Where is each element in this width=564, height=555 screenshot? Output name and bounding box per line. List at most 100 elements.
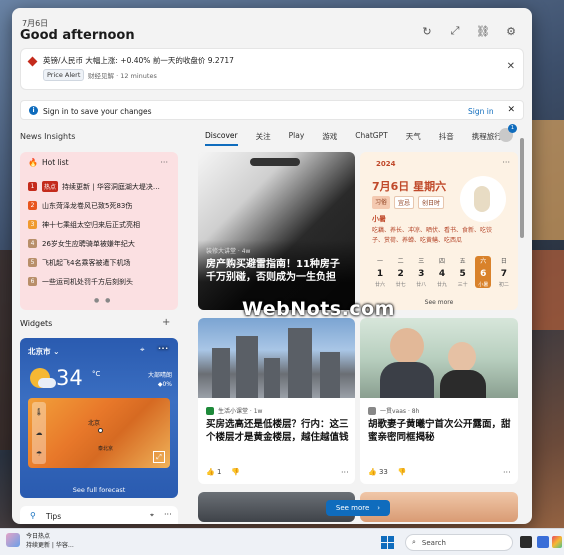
more-options-icon[interactable]: ···: [158, 344, 169, 353]
lunar-label: 初二: [498, 282, 509, 288]
expand-icon[interactable]: ⤢: [448, 24, 462, 38]
calendar-day[interactable]: 二 2 廿七: [393, 256, 409, 288]
weekday-label: 二: [397, 258, 404, 265]
alert-text: 英镑/人民币 大幅上涨: +0.40% 前一天的收盘价 9.2717: [43, 56, 234, 65]
tag-custom[interactable]: 习俗: [372, 196, 391, 209]
news-source: 生活小课堂 · 1w: [218, 408, 263, 415]
weather-condition: 大部晴朗: [147, 372, 172, 379]
weather-city[interactable]: 北京市 ⌄: [28, 346, 59, 357]
lunar-label: 廿九: [436, 282, 447, 288]
temperature-unit: °C: [92, 370, 101, 378]
price-alert-pill: Price Alert: [43, 69, 85, 81]
header-toolbar: ↻ ⤢ ⛓ ⚙: [420, 24, 518, 38]
profile-avatar[interactable]: 1: [499, 124, 517, 142]
watermark: WebNots.com: [242, 298, 395, 320]
scrollbar[interactable]: [520, 138, 524, 238]
news-card[interactable]: 一贯vaas · 8h 胡歌妻子黄曦宁首次公开露面，甜蜜亲密同框揭秘 👍 33 …: [360, 318, 518, 484]
weekday-label: 日: [500, 258, 507, 265]
tag-yiji[interactable]: 宜忌: [394, 196, 415, 209]
dislike-icon[interactable]: 👎: [398, 468, 407, 476]
map-layer-buttons[interactable]: 🌡 ☁ ☂: [32, 402, 46, 464]
like-button[interactable]: 👍 33: [368, 468, 388, 476]
news-source: 一贯vaas · 8h: [380, 408, 420, 415]
lunar-label: 三十: [457, 282, 468, 288]
lightbulb-icon: ⚲: [30, 511, 36, 520]
day-number: 1: [376, 269, 384, 279]
tab-follow[interactable]: 关注: [256, 131, 271, 146]
refresh-icon[interactable]: ↻: [420, 24, 434, 38]
calendar-day[interactable]: 四 4 廿九: [434, 256, 450, 288]
task-view-icon[interactable]: [520, 536, 532, 548]
news-title: 胡歌妻子黄曦宁首次公开露面，甜蜜亲密同框揭秘: [368, 419, 511, 443]
windows-start-icon[interactable]: [381, 536, 394, 549]
news-image: [198, 318, 355, 398]
hot-list-widget: 🔥 Hot list ··· 1 热点 持续更新 | 华容洞庭湖大堤决… 2 山东菏泽龙卷…: [20, 152, 178, 310]
hot-list-item[interactable]: 1 热点 持续更新 | 华容洞庭湖大堤决…: [28, 177, 170, 196]
weather-widget[interactable]: 北京市 ⌄ ⌖ ··· 34 °C 大部晴朗 ◆0% 🌡 ☁ ☂ 北京 泰北京 ⤢ …: [20, 338, 178, 498]
calendar-year: 2024: [376, 160, 396, 168]
add-widget-icon[interactable]: +: [162, 317, 170, 328]
pager-dots[interactable]: ● ●: [94, 297, 112, 304]
link-icon[interactable]: ⛓: [476, 24, 490, 38]
expand-map-icon[interactable]: ⤢: [153, 451, 165, 463]
weather-map[interactable]: 🌡 ☁ ☂ 北京 泰北京 ⤢: [28, 398, 170, 468]
calendar-day[interactable]: 一 1 廿六: [372, 256, 388, 288]
dislike-icon[interactable]: 👎: [231, 468, 240, 476]
tab-ctrip[interactable]: 携程旅行: [472, 131, 502, 146]
see-forecast-link[interactable]: See full forecast: [20, 486, 178, 494]
more-options-icon[interactable]: ···: [502, 158, 510, 167]
like-button[interactable]: 👍 1: [206, 468, 221, 476]
calendar-day[interactable]: 五 5 三十: [455, 256, 471, 288]
tag-time[interactable]: 创日时: [418, 196, 445, 209]
weekday-label: 三: [418, 258, 425, 265]
search-input[interactable]: ⌕ Search: [405, 534, 513, 551]
day-number: 5: [459, 269, 466, 279]
chrome-icon[interactable]: [552, 536, 562, 548]
widgets-icon[interactable]: [6, 533, 20, 547]
calendar-day[interactable]: 六 6 小暑: [475, 256, 492, 288]
day-number: 2: [397, 269, 404, 279]
signin-link[interactable]: Sign in: [468, 107, 494, 116]
hot-list-item[interactable]: 5 飞机起飞4名乘客被遣下机场: [28, 253, 170, 272]
close-icon[interactable]: ✕: [507, 61, 515, 72]
news-title: 买房选高还是低楼层？行内：这三个楼层才是黄金楼层，越住越值钱: [206, 419, 349, 443]
weekday-label: 四: [438, 258, 445, 265]
taskbar-news[interactable]: 今日热点 持续更新 | 华容…: [26, 532, 74, 550]
more-options-icon[interactable]: ···: [503, 468, 511, 477]
chevron-right-icon: ›: [377, 504, 381, 512]
alert-source: 财经见解 · 12 minutes: [88, 72, 157, 80]
more-options-icon[interactable]: ···: [164, 510, 172, 519]
tab-douyin[interactable]: 抖音: [439, 131, 454, 146]
explorer-icon[interactable]: [537, 536, 549, 548]
news-card[interactable]: 生活小课堂 · 1w 买房选高还是低楼层？行内：这三个楼层才是黄金楼层，越住越值…: [198, 318, 355, 484]
news-title: 房产购买避雷指南！11种房子千万别碰，否则成为一生负担: [206, 259, 340, 283]
more-options-icon[interactable]: ···: [341, 468, 349, 477]
close-icon[interactable]: ✕: [507, 105, 515, 115]
reactions: 👍 33 👎 ···: [368, 468, 511, 477]
tips-widget[interactable]: ⚲ Tips ⌖ ···: [20, 506, 178, 524]
tab-games[interactable]: 游戏: [322, 131, 337, 146]
more-options-icon[interactable]: ···: [160, 158, 168, 167]
rank-number: 3: [28, 220, 37, 229]
pin-icon[interactable]: ⌖: [140, 345, 145, 355]
calendar-card[interactable]: 2024 ··· 7月6日 星期六 习俗 宜忌 创日时 小暑 吃藕、养长、冲凉、…: [360, 152, 518, 310]
hot-list-item[interactable]: 2 山东菏泽龙卷风已致5死83伤: [28, 196, 170, 215]
tab-weather[interactable]: 天气: [406, 131, 421, 146]
temperature: 34: [56, 366, 83, 390]
calendar-day[interactable]: 日 7 初二: [496, 256, 512, 288]
rank-number: 6: [28, 277, 37, 286]
price-alert-card[interactable]: 英镑/人民币 大幅上涨: +0.40% 前一天的收盘价 9.2717 Price…: [20, 48, 524, 90]
see-more-button[interactable]: See more ›: [326, 500, 390, 516]
hot-list-item[interactable]: 4 26岁女生应聘骑单被嫌年纪大: [28, 234, 170, 253]
news-card-main[interactable]: 装修大讲堂 · 4w 房产购买避雷指南！11种房子千万别碰，否则成为一生负担: [198, 152, 355, 310]
hot-list-item[interactable]: 6 一些运司机处罚千方后刻刹头: [28, 272, 170, 291]
gear-icon[interactable]: ⚙: [504, 24, 518, 38]
pin-icon[interactable]: ⌖: [150, 511, 154, 520]
hot-item-text: 持续更新 | 华容洞庭湖大堤决…: [62, 182, 160, 191]
search-icon: ⌕: [412, 538, 416, 546]
calendar-day[interactable]: 三 3 廿八: [413, 256, 429, 288]
tab-play[interactable]: Play: [289, 131, 305, 146]
hot-list-item[interactable]: 3 神十七乘组太空归来后正式亮相: [28, 215, 170, 234]
tab-discover[interactable]: Discover: [205, 131, 238, 146]
tab-chatgpt[interactable]: ChatGPT: [355, 131, 387, 146]
